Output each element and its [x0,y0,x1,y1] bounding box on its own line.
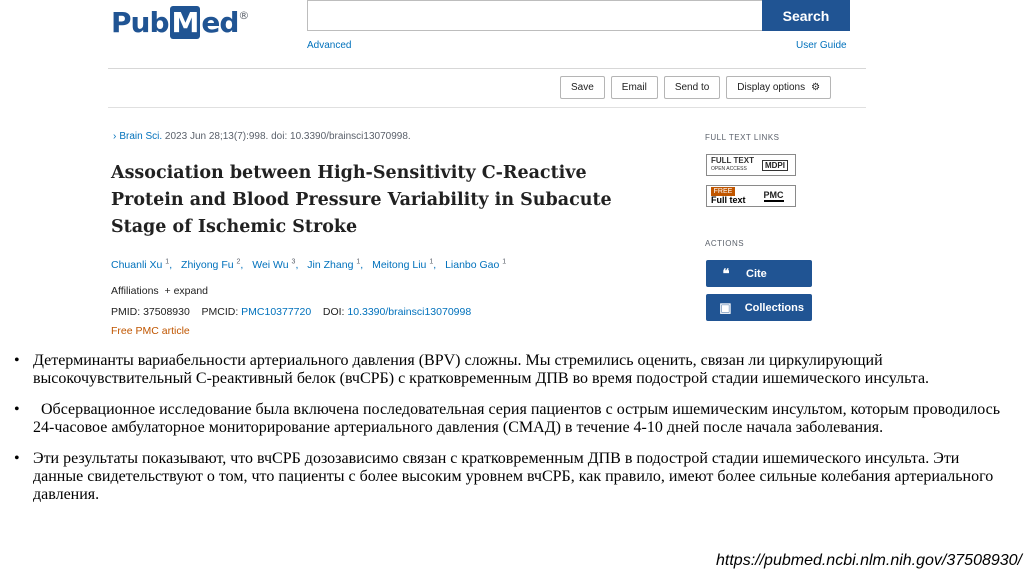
pmid-value: 37508930 [143,306,190,318]
author-affiliation-number: 1 [502,258,507,265]
bullet-item: Детерминанты вариабельности артериальног… [14,352,1004,388]
display-options-button[interactable]: Display options ⚙ [726,76,832,99]
save-button[interactable]: Save [560,76,605,99]
logo-registered: ® [238,9,249,22]
author-name: Wei Wu [252,258,289,271]
article-identifiers: PMID: 37508930 PMCID: PMC10377720 DOI: 1… [111,306,471,318]
author-affiliation-number: 3 [291,258,296,265]
cite-label: Cite [746,267,767,280]
divider [108,107,866,108]
action-bar: Save Email Send to Display options ⚙ [560,76,832,99]
author-name: Zhiyong Fu [181,258,234,271]
pubmed-screenshot: Pub Med® Search Advanced User Guide Save … [108,0,866,352]
author-link[interactable]: Jin Zhang 1, [307,258,363,271]
author-name: Meitong Liu [372,258,427,271]
source-url[interactable]: https://pubmed.ncbi.nlm.nih.gov/37508930… [716,552,1022,570]
free-pmc-article-label: Free PMC article [111,325,190,337]
logo-text-pub: Pub [111,6,169,39]
author-link[interactable]: Chuanli Xu 1, [111,258,172,271]
author-link[interactable]: Wei Wu 3, [252,258,298,271]
author-name: Chuanli Xu [111,258,163,271]
gear-icon: ⚙ [811,82,821,93]
quote-icon: ❝ [722,265,730,281]
search-input[interactable] [307,0,762,31]
pubmed-logo[interactable]: Pub Med® [111,6,249,39]
author-affiliation-number: 2 [236,258,241,265]
user-guide-link[interactable]: User Guide [796,40,847,51]
mdpi-full-text-link[interactable]: FULL TEXT OPEN ACCESS MDPI [706,154,796,176]
bullet-item: Эти результаты показывают, что вчСРБ доз… [14,450,1004,504]
author-name: Lianbo Gao [445,258,500,271]
display-options-label: Display options [737,82,806,93]
author-link[interactable]: Meitong Liu 1, [372,258,436,271]
collections-button[interactable]: ▣ Collections [706,294,812,321]
citation-line: › Brain Sci. 2023 Jun 28;13(7):998. doi: … [113,131,411,142]
author-name: Jin Zhang [307,258,354,271]
author-link[interactable]: Zhiyong Fu 2, [181,258,243,271]
full-text-links-heading: FULL TEXT LINKS [705,133,780,142]
collections-label: Collections [744,301,804,314]
pmid-label: PMID: [111,306,144,318]
send-to-button[interactable]: Send to [663,76,721,99]
author-affiliation-number: 1 [356,258,361,265]
affiliations-toggle[interactable]: Affiliations + expand [111,285,208,297]
actions-heading: ACTIONS [705,239,745,248]
doi-link[interactable]: 10.3390/brainsci13070998 [347,306,471,318]
pubmed-header: Pub Med® Search Advanced User Guide [108,0,866,69]
pmc-full-text-link[interactable]: FREE Full text PMC [706,185,796,207]
author-list: Chuanli Xu 1, Zhiyong Fu 2, Wei Wu 3, Ji… [111,258,512,271]
chevron-right-icon[interactable]: › [113,131,116,142]
bullet-item: Обсервационное исследование была включен… [14,401,1004,437]
logo-text-ed: ed [201,6,239,39]
pmc-text: Full text [711,195,746,205]
mdpi-logo: MDPI [761,159,788,171]
author-affiliation-number: 1 [165,258,170,265]
pmcid-label: PMCID: [201,306,242,318]
search-button[interactable]: Search [762,0,850,31]
pmcid-link[interactable]: PMC10377720 [241,306,311,318]
bookmark-icon: ▣ [719,299,732,315]
email-label: Email [621,82,647,93]
email-button[interactable]: Email [610,76,658,99]
full-text-label: FULL TEXT OPEN ACCESS [707,157,758,173]
pmc-logo: PMC [763,190,784,202]
cite-button[interactable]: ❝ Cite [706,260,812,287]
mdpi-line2: OPEN ACCESS [711,166,747,172]
mdpi-line1: FULL TEXT [711,156,754,165]
author-link[interactable]: Lianbo Gao 1 [445,258,507,271]
pmc-full-text-label: FREE Full text [707,187,750,205]
logo-text-m: M [169,6,201,39]
expand-label: + expand [164,285,209,297]
affiliations-label: Affiliations [111,285,159,297]
citation-details: 2023 Jun 28;13(7):998. doi: 10.3390/brai… [162,131,411,142]
bullet-list: Детерминанты вариабельности артериальног… [14,352,1004,517]
send-to-label: Send to [674,82,710,93]
author-affiliation-number: 1 [429,258,434,265]
advanced-link[interactable]: Advanced [307,40,351,51]
journal-link[interactable]: Brain Sci. [119,131,162,142]
save-label: Save [571,82,594,93]
article-title: Association between High-Sensitivity C-R… [111,163,612,237]
doi-label: DOI: [322,306,348,318]
